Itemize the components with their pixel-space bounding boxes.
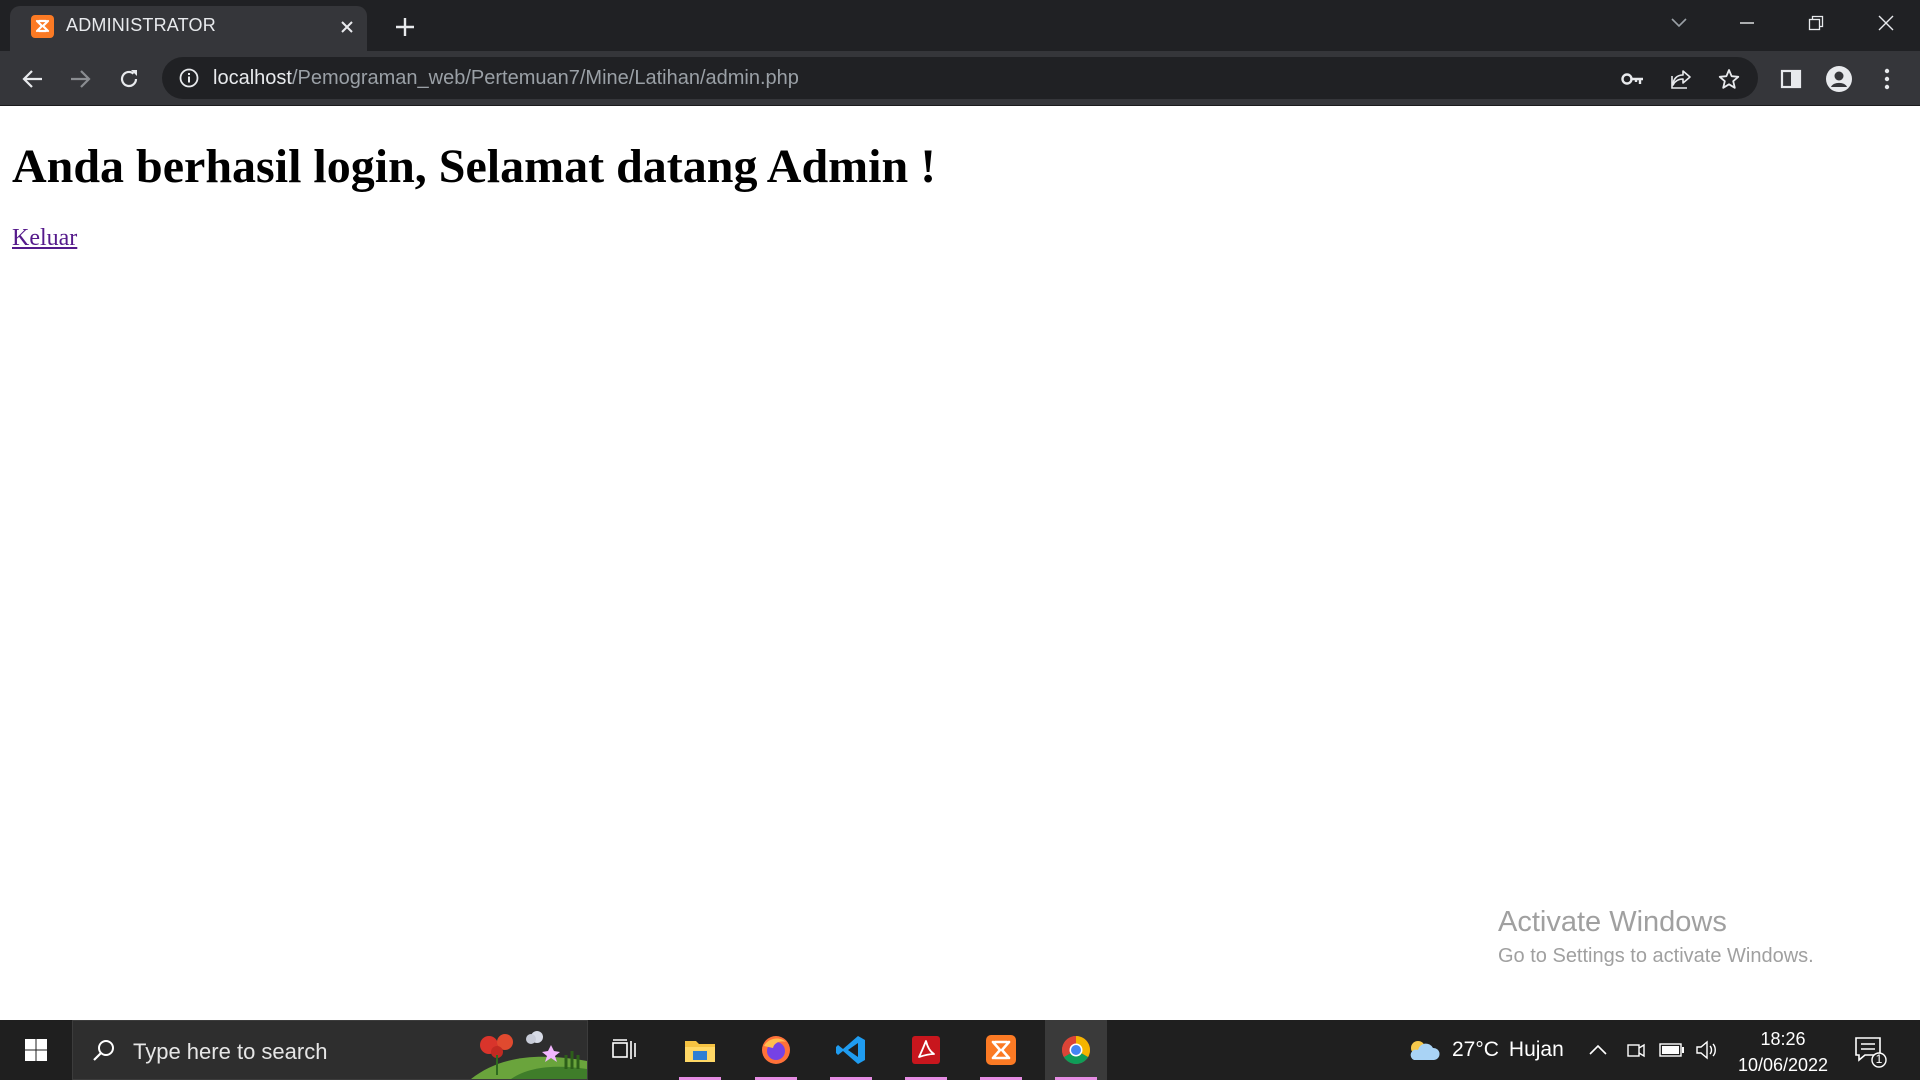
weather-condition: Hujan bbox=[1508, 1038, 1564, 1061]
key-icon[interactable] bbox=[1620, 66, 1646, 92]
forward-arrow-icon[interactable] bbox=[65, 64, 95, 94]
url-host: localhost bbox=[213, 67, 292, 89]
tab-strip: ADMINISTRATOR bbox=[0, 0, 1920, 51]
side-panel-icon[interactable] bbox=[1776, 64, 1806, 94]
new-tab-button[interactable] bbox=[390, 12, 420, 42]
tab-title: ADMINISTRATOR bbox=[66, 15, 216, 35]
taskbar-clock[interactable]: 18:26 10/06/2022 bbox=[1725, 1026, 1841, 1078]
logout-link[interactable]: Keluar bbox=[12, 225, 77, 252]
speaker-icon bbox=[1696, 1040, 1716, 1060]
weather-widget[interactable]: 27°C Hujan bbox=[1406, 1020, 1564, 1080]
start-button[interactable] bbox=[0, 1020, 72, 1080]
url-text[interactable]: localhost/Pemograman_web/Pertemuan7/Mine… bbox=[213, 67, 799, 90]
taskbar-chrome[interactable] bbox=[1045, 1020, 1107, 1080]
page-content: Anda berhasil login, Selamat datang Admi… bbox=[0, 107, 1920, 1020]
chevron-up-icon bbox=[1589, 1044, 1607, 1055]
cloud-rain-icon bbox=[1410, 1041, 1440, 1060]
search-highlight-art-icon bbox=[471, 1031, 587, 1079]
back-arrow-icon[interactable] bbox=[18, 64, 48, 94]
battery-button[interactable] bbox=[1659, 1020, 1685, 1080]
camera-icon bbox=[1627, 1043, 1645, 1058]
share-icon[interactable] bbox=[1668, 66, 1694, 92]
restore-icon[interactable] bbox=[1798, 8, 1834, 38]
bookmark-star-icon[interactable] bbox=[1716, 66, 1742, 92]
activate-windows-watermark: Activate Windows Go to Settings to activ… bbox=[1498, 906, 1814, 968]
windows-logo-icon bbox=[25, 1039, 47, 1061]
weather-temp: 27°C bbox=[1452, 1038, 1499, 1061]
browser-tab[interactable]: ADMINISTRATOR bbox=[10, 6, 367, 51]
windows-taskbar: Type here to search 27°C Hujan 18:26 10/… bbox=[0, 1020, 1920, 1080]
clock-time: 18:26 bbox=[1760, 1029, 1806, 1049]
task-view-button[interactable] bbox=[593, 1020, 655, 1080]
taskbar-xampp[interactable] bbox=[970, 1020, 1032, 1080]
clock-date: 10/06/2022 bbox=[1737, 1055, 1829, 1075]
task-view-icon bbox=[612, 1039, 636, 1059]
taskbar-file-explorer[interactable] bbox=[669, 1020, 731, 1080]
watermark-title: Activate Windows bbox=[1498, 906, 1727, 938]
chrome-icon bbox=[1062, 1036, 1090, 1064]
profile-avatar-icon[interactable] bbox=[1824, 64, 1854, 94]
xampp-icon bbox=[31, 15, 54, 38]
url-path: /Pemograman_web/Pertemuan7/Mine/Latihan/… bbox=[291, 67, 799, 89]
close-window-icon[interactable] bbox=[1868, 8, 1904, 38]
vscode-icon bbox=[836, 1036, 865, 1064]
battery-icon bbox=[1659, 1043, 1684, 1057]
taskbar-firefox[interactable] bbox=[745, 1020, 807, 1080]
acrobat-icon bbox=[912, 1036, 940, 1064]
minimize-icon[interactable] bbox=[1729, 8, 1765, 38]
taskbar-vscode[interactable] bbox=[820, 1020, 882, 1080]
taskbar-search-box[interactable]: Type here to search bbox=[72, 1020, 588, 1080]
tab-close-icon[interactable] bbox=[335, 15, 359, 39]
notification-center-button[interactable]: 1 bbox=[1853, 1034, 1887, 1068]
firefox-icon bbox=[762, 1036, 790, 1064]
show-hidden-icons-button[interactable] bbox=[1588, 1020, 1608, 1080]
search-placeholder: Type here to search bbox=[133, 1039, 328, 1064]
meet-now-button[interactable] bbox=[1625, 1020, 1647, 1080]
search-icon bbox=[93, 1040, 114, 1061]
site-info-icon[interactable] bbox=[178, 67, 200, 89]
xampp-icon bbox=[986, 1035, 1016, 1065]
tab-search-chevron-icon[interactable] bbox=[1661, 8, 1697, 38]
notification-count: 1 bbox=[1875, 1052, 1883, 1066]
volume-button[interactable] bbox=[1695, 1020, 1719, 1080]
address-bar[interactable]: localhost/Pemograman_web/Pertemuan7/Mine… bbox=[162, 57, 1758, 99]
taskbar-acrobat[interactable] bbox=[895, 1020, 957, 1080]
page-heading: Anda berhasil login, Selamat datang Admi… bbox=[12, 140, 937, 193]
file-explorer-icon bbox=[685, 1041, 715, 1062]
watermark-subtitle: Go to Settings to activate Windows. bbox=[1498, 945, 1814, 967]
more-menu-icon[interactable] bbox=[1872, 64, 1902, 94]
browser-toolbar: localhost/Pemograman_web/Pertemuan7/Mine… bbox=[0, 51, 1920, 106]
reload-icon[interactable] bbox=[114, 64, 144, 94]
